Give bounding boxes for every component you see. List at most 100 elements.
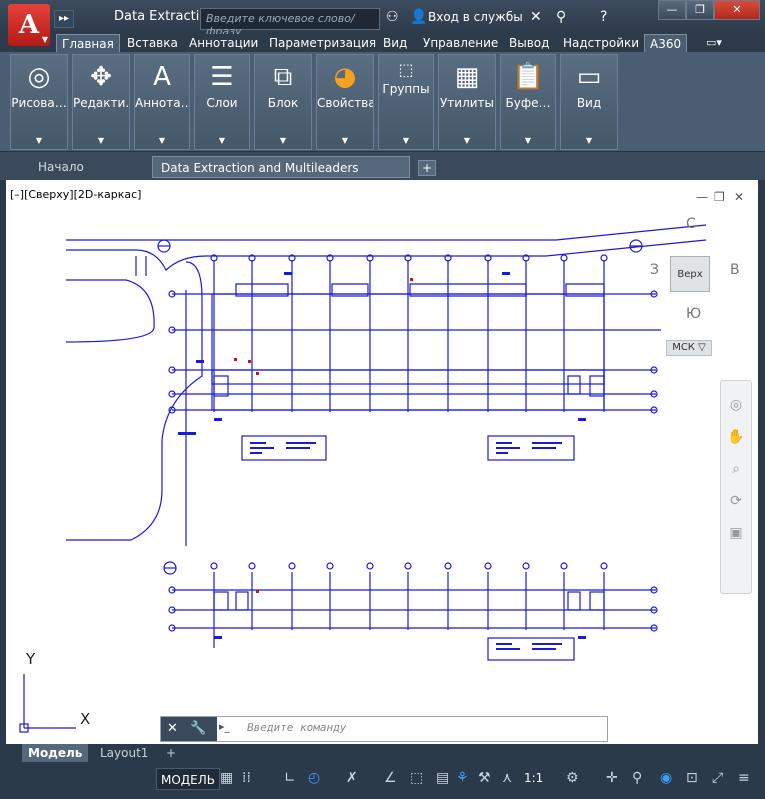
gear-icon[interactable]: ⚙	[566, 770, 579, 786]
block-icon: ⧉	[273, 62, 293, 92]
panel-block[interactable]: ⧉ Блок ▼	[254, 54, 312, 150]
chevron-down-icon: ▼	[41, 34, 48, 44]
ucs-menu[interactable]: МСК ▽	[666, 340, 712, 356]
pan-icon[interactable]: ✋	[721, 429, 751, 445]
ortho-icon[interactable]: ∟	[284, 770, 296, 786]
panel-utilities[interactable]: ▦ Утилиты ▼	[438, 54, 496, 150]
grid-icon[interactable]: ▦	[220, 770, 233, 786]
clipboard-icon: 📋	[512, 62, 545, 92]
panel-modify[interactable]: ✥ Редакти… ▼	[72, 54, 130, 150]
showmotion-icon[interactable]: ▣	[721, 525, 751, 541]
compass-north[interactable]: С	[686, 216, 696, 232]
panel-view[interactable]: ▭ Вид ▼	[560, 54, 618, 150]
compass-south[interactable]: Ю	[686, 306, 701, 322]
hardware-acceleration-icon[interactable]: ◉	[660, 770, 672, 786]
polar-icon[interactable]: ◴	[308, 770, 320, 786]
chevron-down-icon: ▼	[35, 136, 43, 145]
snap-icon[interactable]: ⁞⁞	[242, 770, 251, 786]
view-icon: ▭	[576, 62, 602, 92]
properties-icon: ◕	[333, 62, 357, 92]
viewcube[interactable]: Верх	[670, 256, 710, 292]
search-input[interactable]: Введите ключевое слово/фразу	[200, 8, 380, 38]
binoculars-icon[interactable]: ⚇	[386, 9, 399, 25]
panel-draw[interactable]: ◎ Рисова… ▼	[10, 54, 68, 150]
panel-properties[interactable]: ◕ Свойства ▼	[316, 54, 374, 150]
drawing-area[interactable]: [–][Сверху][2D-каркас] — ❐ ✕ Y X С З В Ю…	[6, 180, 758, 744]
annotation-icon: A	[153, 62, 171, 92]
tab-view[interactable]: Вид	[378, 34, 412, 52]
tab-manage[interactable]: Управление	[418, 34, 503, 52]
compass-east[interactable]: В	[730, 262, 740, 278]
close-button[interactable]: ✕	[714, 0, 760, 20]
panel-clipboard[interactable]: 📋 Буфе… ▼	[500, 54, 556, 150]
tab-annotate[interactable]: Аннотации	[184, 34, 263, 52]
chevron-down-icon: ▼	[158, 136, 166, 145]
tab-a360[interactable]: A360	[644, 34, 688, 52]
maximize-button[interactable]: ❐	[686, 0, 714, 20]
tab-model[interactable]: Модель	[22, 744, 89, 762]
chevron-down-icon: ▼	[97, 136, 105, 145]
tab-home[interactable]: Главная	[56, 34, 120, 52]
floor-plan-drawing	[19, 224, 707, 733]
tab-start[interactable]: Начало	[30, 156, 92, 178]
panel-groups[interactable]: ⬚ Группы ▼	[378, 54, 434, 150]
tab-addins[interactable]: Надстройки	[558, 34, 644, 52]
calculator-icon: ▦	[454, 62, 480, 92]
compass-west[interactable]: З	[650, 262, 659, 278]
fullscreen-icon[interactable]: ⤢	[712, 770, 723, 786]
minimize-button[interactable]: —	[658, 0, 686, 20]
layout-tabs: Модель Layout1 +	[0, 744, 765, 762]
ucs-y-label: Y	[26, 650, 36, 668]
close-icon[interactable]: ✕	[167, 721, 178, 736]
command-input[interactable]: Введите команду	[247, 721, 346, 734]
title-bar: A ▼ ▸▸ Data Extracti… Введите ключевое с…	[0, 0, 765, 46]
chevron-down-icon: ▼	[341, 136, 349, 145]
annotation-visibility-icon[interactable]: ⚘	[456, 770, 469, 786]
osnap-icon[interactable]: ⬚	[410, 770, 423, 786]
tab-document[interactable]: Data Extraction and Multileaders Sample*…	[152, 156, 410, 197]
window-title: Data Extracti…	[114, 9, 213, 24]
layers-icon: ☰	[210, 62, 234, 92]
quick-access-more-icon[interactable]: ▸▸	[54, 10, 74, 28]
isolate-icon[interactable]: ⚲	[632, 770, 642, 786]
exchange-icon[interactable]: ✕	[530, 9, 542, 25]
command-prompt-icon: ▸_	[219, 720, 231, 733]
steering-wheel-icon[interactable]: ◎	[721, 397, 751, 413]
application-menu-button[interactable]: A ▼	[8, 4, 50, 46]
plus-icon[interactable]: ✛	[606, 770, 618, 786]
annotation-scale-icon[interactable]: ⋏	[502, 770, 512, 786]
tab-insert[interactable]: Вставка	[122, 34, 183, 52]
sign-in-link[interactable]: Вход в службы	[428, 10, 523, 24]
clean-screen-icon[interactable]: ⊡	[686, 770, 698, 786]
autoscale-icon[interactable]: ⚒	[478, 770, 491, 786]
panel-annotation[interactable]: A Аннота… ▼	[134, 54, 190, 150]
osnap-tracking-icon[interactable]: ∠	[384, 770, 397, 786]
command-line: ✕ 🔧 ▸_ Введите команду	[160, 716, 608, 742]
new-layout-button[interactable]: +	[160, 744, 182, 762]
chevron-down-icon: ▽	[698, 342, 706, 353]
ribbon-toggle-icon[interactable]: ▭▾	[706, 36, 722, 49]
customize-menu-icon[interactable]: ≡	[738, 770, 750, 786]
navigation-bar: ◎ ✋ ⌕ ⟳ ▣	[720, 380, 752, 594]
line-draw-icon: ◎	[27, 62, 51, 92]
zoom-icon[interactable]: ⌕	[721, 461, 751, 477]
annotation-scale-value[interactable]: 1:1	[524, 771, 543, 785]
wrench-icon[interactable]: 🔧	[190, 721, 206, 736]
tab-output[interactable]: Вывод	[504, 34, 554, 52]
new-tab-button[interactable]: +	[418, 160, 436, 176]
chevron-down-icon: ▼	[402, 136, 410, 145]
isodraft-icon[interactable]: ✗	[346, 770, 358, 786]
tab-parametric[interactable]: Параметризация	[264, 34, 381, 52]
panel-layers[interactable]: ☰ Слои ▼	[194, 54, 250, 150]
help-icon[interactable]: ?	[600, 9, 607, 25]
lineweight-icon[interactable]: ▤	[436, 770, 449, 786]
chevron-down-icon: ▼	[585, 136, 593, 145]
groups-icon: ⬚	[398, 60, 414, 79]
tab-layout1[interactable]: Layout1	[94, 744, 154, 762]
ribbon-tabs: Главная Вставка Аннотации Параметризация…	[0, 34, 765, 52]
model-space-button[interactable]: МОДЕЛЬ	[156, 768, 221, 790]
a360-icon[interactable]: ⚲	[556, 9, 566, 25]
chevron-down-icon: ▼	[218, 136, 226, 145]
chevron-down-icon: ▼	[463, 136, 471, 145]
orbit-icon[interactable]: ⟳	[721, 493, 751, 509]
